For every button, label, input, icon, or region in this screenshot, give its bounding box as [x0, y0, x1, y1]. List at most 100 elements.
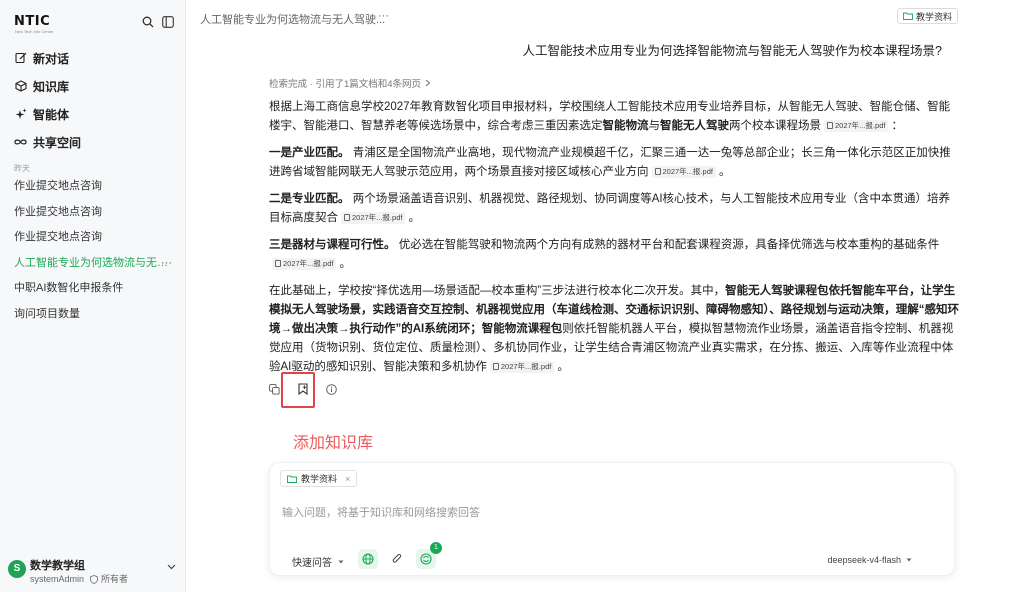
chevron-down-icon — [167, 564, 176, 570]
attach-button[interactable] — [387, 549, 407, 569]
role-label: 所有者 — [101, 574, 129, 584]
knowledge-icon — [420, 553, 432, 565]
text-bold: 智能无人驾驶 — [660, 120, 729, 132]
sidebar-toggle-icon[interactable] — [162, 16, 174, 28]
input-tools: 1 — [358, 542, 442, 569]
history-item[interactable]: 作业提交地点咨询 — [0, 174, 186, 200]
citation-chip[interactable]: 2027年...报.pdf — [489, 360, 555, 373]
document-icon — [344, 214, 350, 222]
close-icon[interactable]: × — [345, 474, 350, 484]
user-question: 人工智能技术应用专业为何选择智能物流与智能无人驾驶作为校本课程场景? — [522, 44, 942, 58]
citation-label: 2027年...报.pdf — [352, 213, 403, 223]
text: ： — [891, 120, 903, 132]
text-bold: 一是产业匹配。 — [269, 147, 350, 159]
caret-down-icon — [906, 558, 912, 562]
text: 两个校本课程场景 — [729, 120, 821, 132]
highlight-box — [281, 372, 315, 408]
text: 优必选在智能驾驶和物流两个方向有成熟的器材平台和配套课程资源，具备择优筛选与校本… — [395, 239, 940, 251]
answer-paragraph: 一是产业匹配。 青浦区是全国物流产业高地，现代物流产业规模超千亿，汇聚三通一达一… — [269, 144, 959, 182]
knowledge-base-tag[interactable]: 教学资料 — [896, 8, 958, 24]
history-item-active[interactable]: 人工智能专业为何选物流与无… ··· — [0, 251, 186, 277]
text-bold: 二是专业匹配。 — [269, 193, 350, 205]
chat-input[interactable]: 输入问题，将基于知识库和网络搜索回答 — [282, 504, 480, 520]
annotation-label: 添加知识库 — [293, 435, 374, 452]
citation-label: 2027年...报.pdf — [500, 362, 552, 372]
conversation-header: 人工智能专业为何选物流与无人驾驶... ··· 教学资料 — [186, 0, 1024, 34]
folder-icon — [287, 475, 297, 483]
answer-paragraph: 二是专业匹配。 两个场景涵盖语音识别、机器视觉、路径规划、协同调度等AI核心技术… — [269, 190, 959, 228]
nav-knowledge-base[interactable]: 知识库 — [0, 72, 186, 100]
text-bold: 智能物流 — [602, 120, 649, 132]
history-item[interactable]: 作业提交地点咨询 — [0, 200, 186, 226]
text: 。 — [557, 361, 569, 373]
nav-label: 新对话 — [33, 51, 70, 66]
retrieval-status-text: 检索完成 · 引用了1篇文档和4条网页 — [269, 79, 422, 90]
answer-paragraph: 根据上海工商信息学校2027年教育数智化项目申报材料，学校围绕人工智能技术应用专… — [269, 98, 959, 136]
sidebar-nav: 新对话 知识库 智能体 共享空间 — [0, 44, 186, 156]
document-icon — [492, 363, 499, 371]
document-icon — [654, 168, 661, 176]
history-item-label: 人工智能专业为何选物流与无… — [14, 256, 168, 269]
conversation-title: 人工智能专业为何选物流与无人驾驶... — [200, 14, 386, 26]
caret-down-icon — [338, 560, 344, 564]
nav-label: 智能体 — [33, 107, 70, 122]
globe-icon — [362, 553, 374, 565]
copy-icon[interactable] — [269, 383, 280, 395]
search-icon[interactable] — [142, 16, 154, 28]
citation-label: 2027年...报.pdf — [835, 121, 886, 131]
history-item[interactable]: 作业提交地点咨询 — [0, 225, 186, 251]
nav-shared-space[interactable]: 共享空间 — [0, 128, 186, 156]
knowledge-base-toggle[interactable]: 1 — [416, 542, 442, 569]
knowledge-base-chip[interactable]: 教学资料 × — [280, 470, 358, 487]
assistant-answer: 检索完成 · 引用了1篇文档和4条网页 根据上海工商信息学校2027年教育数智化… — [269, 76, 959, 385]
model-select-label: deepseek-v4-flash — [827, 555, 901, 565]
citation-label: 2027年...报.pdf — [283, 259, 334, 269]
text: 在此基础上，学校按“择优选用—场景适配—校本重构”三步法进行校本化二次开发。其中… — [269, 285, 726, 297]
workspace-user: systemAdmin 所有者 — [30, 572, 128, 585]
cube-icon — [14, 80, 27, 93]
sparkle-icon — [14, 108, 27, 121]
document-icon — [827, 122, 833, 130]
more-options-icon[interactable]: ··· — [161, 251, 172, 277]
workspace-switcher[interactable]: S 数学教学组 systemAdmin 所有者 — [8, 556, 178, 585]
text-bold: 三是器材与课程可行性。 — [269, 239, 396, 251]
chevron-right-icon — [425, 79, 431, 87]
text-bold: 智能物流课程包 — [481, 323, 563, 335]
history-list: 作业提交地点咨询 作业提交地点咨询 作业提交地点咨询 人工智能专业为何选物流与无… — [0, 174, 186, 327]
document-icon — [275, 260, 281, 268]
citation-chip[interactable]: 2027年...报.pdf — [651, 165, 716, 178]
nav-label: 知识库 — [33, 79, 70, 94]
workspace-name: 数学教学组 — [30, 560, 85, 572]
logo-subtitle: New Tech Info Center — [15, 29, 54, 34]
chat-input-card: 教学资料 × 输入问题，将基于知识库和网络搜索回答 快速问答 1 deepsee… — [269, 462, 955, 576]
citation-chip[interactable]: 2027年...报.pdf — [272, 257, 337, 270]
history-section-label: 昨天 — [14, 164, 30, 173]
avatar: S — [8, 560, 26, 578]
retrieval-status[interactable]: 检索完成 · 引用了1篇文档和4条网页 — [269, 76, 959, 90]
citation-chip[interactable]: 2027年...报.pdf — [824, 119, 889, 132]
info-icon[interactable] — [326, 383, 337, 395]
nav-agents[interactable]: 智能体 — [0, 100, 186, 128]
text: 。 — [408, 212, 420, 224]
shield-icon — [89, 575, 98, 585]
web-search-toggle[interactable] — [358, 549, 378, 569]
text: 与 — [648, 120, 661, 132]
citation-label: 2027年...报.pdf — [662, 167, 713, 177]
count-badge: 1 — [430, 542, 442, 554]
mode-select[interactable]: 快速问答 — [292, 554, 344, 569]
knowledge-base-tag-label: 教学资料 — [915, 11, 952, 22]
model-select[interactable]: deepseek-v4-flash — [827, 555, 912, 565]
paperclip-icon — [392, 553, 402, 565]
logo-row: NTIC New Tech Info Center — [14, 14, 174, 36]
text: 。 — [718, 166, 731, 178]
nav-label: 共享空间 — [33, 135, 82, 150]
citation-chip[interactable]: 2027年...报.pdf — [341, 211, 406, 224]
answer-paragraph: 三是器材与课程可行性。 优必选在智能驾驶和物流两个方向有成熟的器材平台和配套课程… — [269, 236, 959, 274]
history-item[interactable]: 中职AI数智化申报条件 — [0, 276, 186, 302]
history-item[interactable]: 询问项目数量 — [0, 302, 186, 328]
nav-new-chat[interactable]: 新对话 — [0, 44, 186, 72]
more-options-icon[interactable]: ··· — [378, 10, 389, 22]
username: systemAdmin — [30, 574, 85, 584]
sidebar: NTIC New Tech Info Center 新对话 知识库 智能体 共享… — [0, 0, 186, 592]
edit-icon — [14, 52, 27, 65]
